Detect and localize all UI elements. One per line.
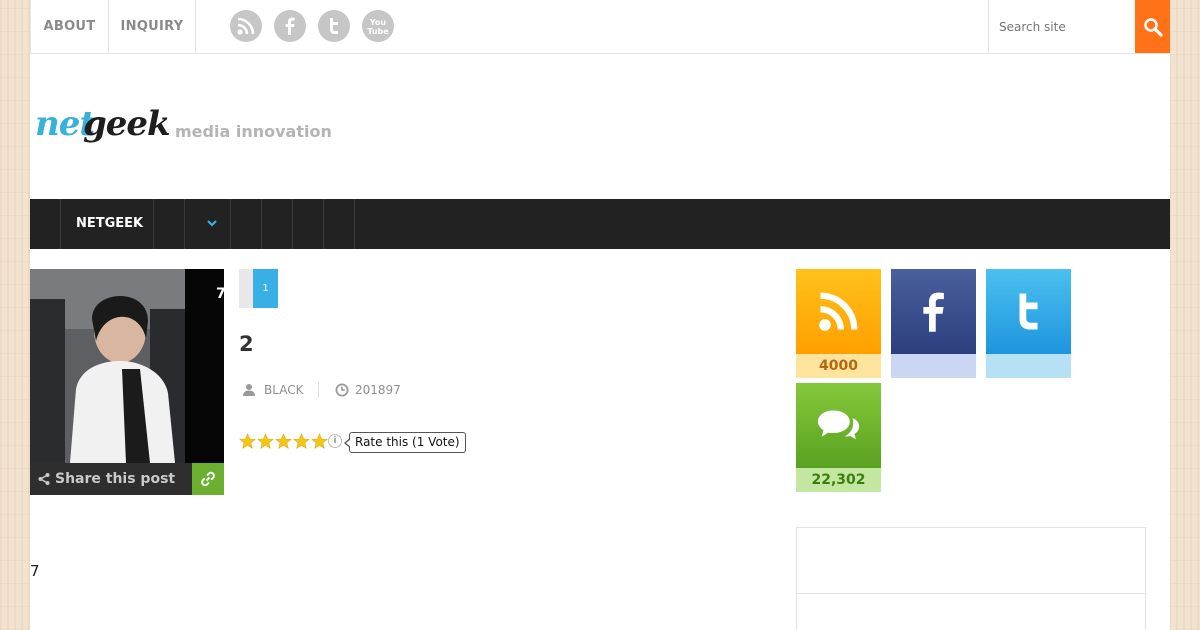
sidebar-widget bbox=[796, 527, 1146, 630]
clock-icon bbox=[335, 383, 349, 397]
facebook-icon bbox=[923, 292, 944, 332]
search-icon bbox=[1144, 18, 1163, 37]
twitter-icon[interactable] bbox=[318, 10, 350, 42]
comments-icon bbox=[817, 410, 860, 440]
nav-divider bbox=[230, 199, 231, 249]
rss-count: 4000 bbox=[796, 354, 881, 378]
pagination-page[interactable]: 1 bbox=[253, 269, 278, 308]
page-footer-number: 7 bbox=[30, 562, 40, 580]
nav-divider bbox=[261, 199, 262, 249]
rss-tile bbox=[796, 269, 881, 354]
page: ABOUT INQUIRY You Tube Search site net g… bbox=[30, 0, 1170, 630]
share-label: Share this post bbox=[55, 471, 176, 487]
author-icon bbox=[243, 384, 255, 396]
nav-divider bbox=[184, 199, 185, 249]
post-author[interactable]: BLACK bbox=[264, 383, 303, 397]
nav-link-inquiry[interactable]: INQUIRY bbox=[109, 0, 196, 54]
site-logo[interactable]: net geek bbox=[35, 100, 171, 155]
rss-icon[interactable] bbox=[230, 10, 262, 42]
site-tagline: media innovation bbox=[175, 122, 332, 141]
top-bar: ABOUT INQUIRY You Tube bbox=[30, 0, 1170, 54]
star-icon[interactable] bbox=[293, 433, 310, 450]
nav-divider bbox=[323, 199, 324, 249]
main-nav: NETGEEK bbox=[30, 199, 1170, 249]
twitter-count bbox=[986, 354, 1071, 378]
rating-tooltip: Rate this (1 Vote) bbox=[344, 432, 466, 453]
post-thumbnail[interactable]: 7 bbox=[30, 269, 224, 463]
search-button[interactable] bbox=[1135, 0, 1170, 53]
twitter-tile bbox=[986, 269, 1071, 354]
twitter-icon bbox=[1019, 293, 1038, 330]
logo-geek: geek bbox=[83, 104, 171, 144]
chevron-down-icon[interactable] bbox=[206, 217, 218, 229]
link-icon bbox=[201, 471, 215, 487]
youtube-icon[interactable]: You Tube bbox=[362, 10, 394, 42]
comments-count: 22,302 bbox=[796, 468, 881, 492]
rss-icon bbox=[819, 292, 858, 331]
nav-divider bbox=[60, 199, 61, 249]
pagination-prev[interactable] bbox=[239, 269, 253, 308]
thumbnail-overlay-text: 7 bbox=[216, 286, 224, 302]
facebook-tile bbox=[891, 269, 976, 354]
nav-link-about[interactable]: ABOUT bbox=[30, 0, 109, 54]
search-box bbox=[988, 0, 1135, 54]
share-icon bbox=[38, 473, 50, 485]
star-icon[interactable] bbox=[257, 433, 274, 450]
permalink-button[interactable] bbox=[192, 463, 224, 495]
meta-divider bbox=[318, 382, 319, 398]
search-input[interactable] bbox=[999, 17, 1129, 37]
widget-divider bbox=[797, 593, 1145, 594]
info-icon[interactable]: i bbox=[328, 434, 342, 448]
facebook-count bbox=[891, 354, 976, 378]
nav-divider bbox=[354, 199, 355, 249]
star-icon[interactable] bbox=[239, 433, 256, 450]
star-icon[interactable] bbox=[275, 433, 292, 450]
nav-divider bbox=[292, 199, 293, 249]
star-icon[interactable] bbox=[311, 433, 328, 450]
comments-tile bbox=[796, 383, 881, 468]
facebook-icon[interactable] bbox=[274, 10, 306, 42]
post-date: 201897 bbox=[355, 383, 401, 397]
youtube-label: You Tube bbox=[367, 18, 389, 36]
post-title[interactable]: 2 bbox=[239, 332, 254, 356]
nav-item-netgeek[interactable]: NETGEEK bbox=[76, 199, 143, 249]
nav-divider bbox=[153, 199, 154, 249]
share-post-button[interactable]: Share this post bbox=[30, 463, 192, 495]
